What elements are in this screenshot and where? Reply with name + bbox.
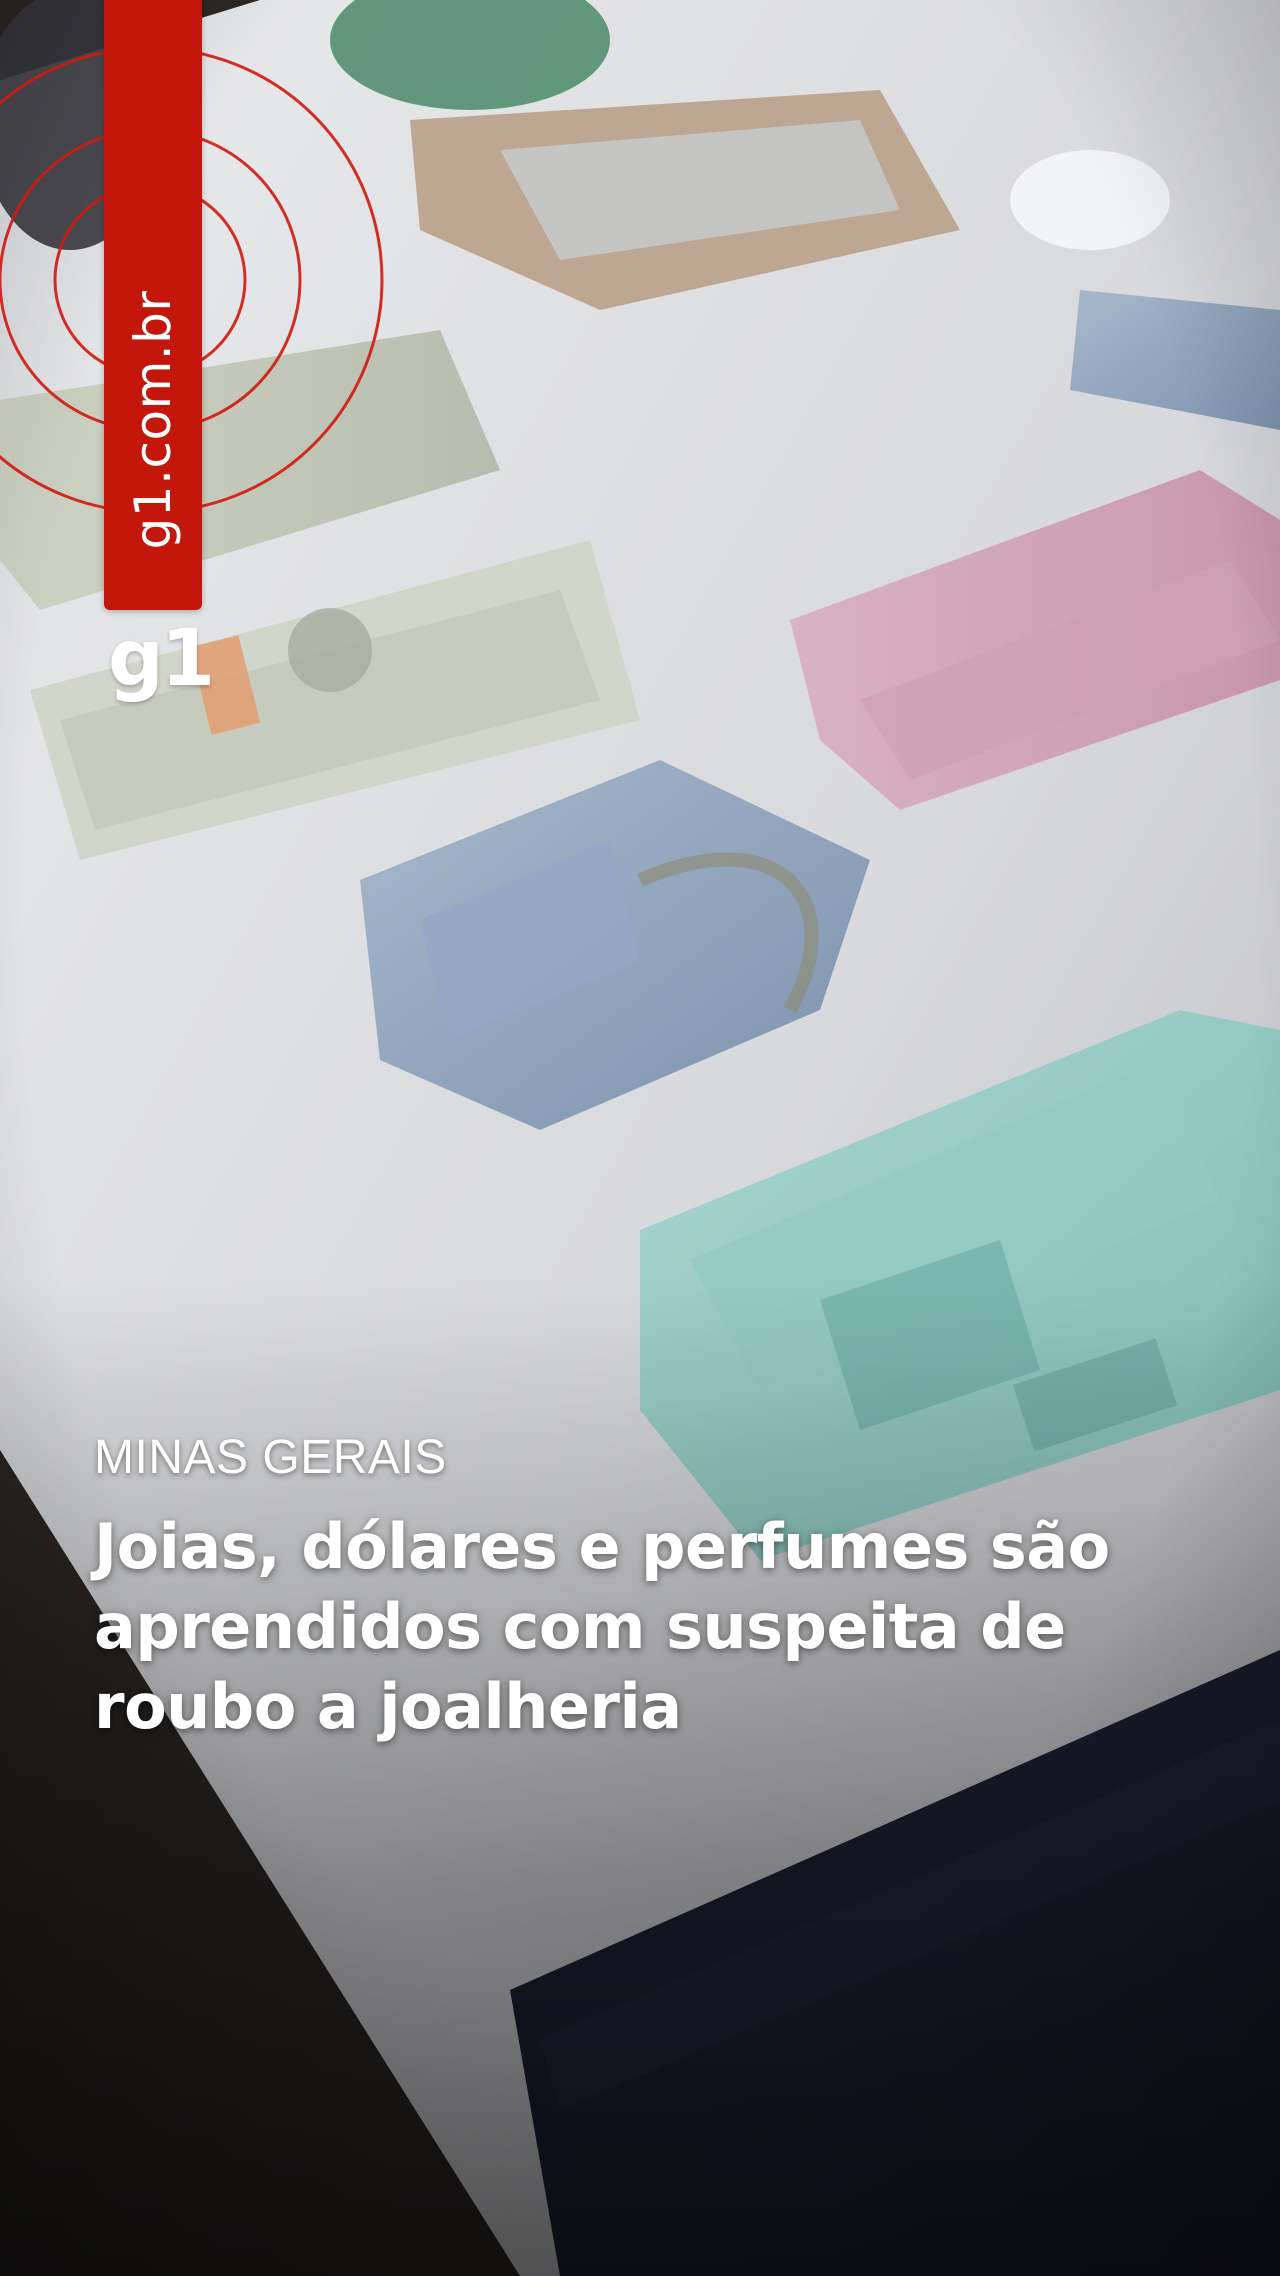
story-card[interactable]: g1.com.br g1 MINAS GERAIS Joias, dólares… [0,0,1280,2276]
g1-logo[interactable]: g1 [108,620,215,698]
story-caption: MINAS GERAIS Joias, dólares e perfumes s… [94,1430,1214,1747]
brand-strip: g1.com.br [104,0,202,610]
section-label: MINAS GERAIS [94,1431,447,1484]
headline[interactable]: Joias, dólares e perfumes são aprendidos… [94,1507,1214,1747]
site-url[interactable]: g1.com.br [124,291,182,550]
